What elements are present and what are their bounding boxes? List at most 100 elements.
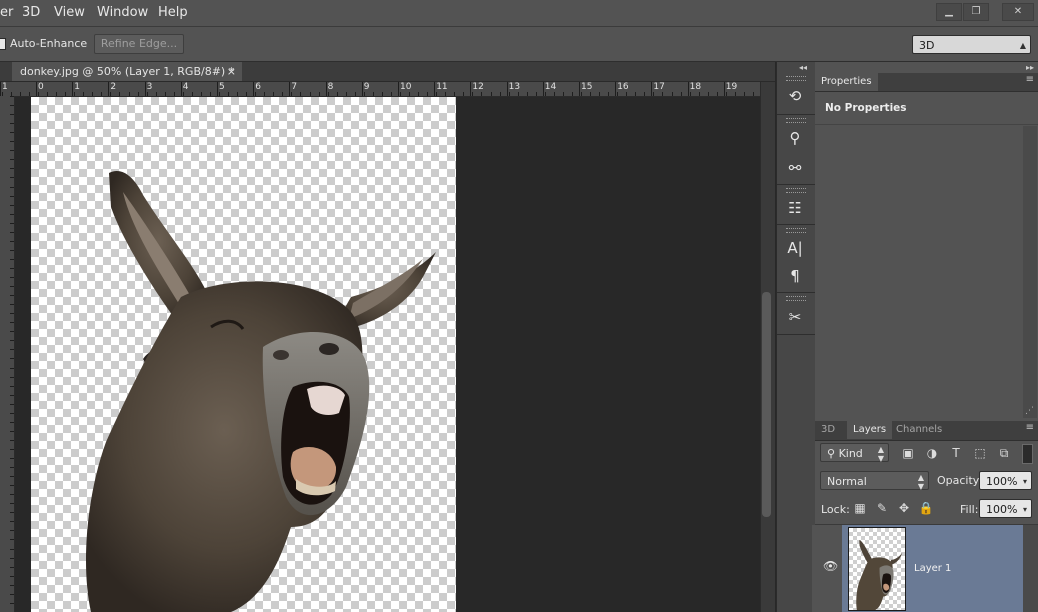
clone-source-icon[interactable]: ⚯ xyxy=(782,156,808,180)
ruler-tick xyxy=(10,249,14,251)
lock-transparent-icon[interactable]: ▦ xyxy=(850,499,870,517)
ruler-tick xyxy=(200,92,202,96)
refine-edge-button[interactable]: Refine Edge... xyxy=(94,34,184,54)
image-filter-icon[interactable]: ▣ xyxy=(898,444,918,462)
expand-arrows-icon[interactable]: ▸▸ xyxy=(1026,63,1034,72)
menu-edit[interactable]: er xyxy=(0,0,13,26)
filter-kind-select[interactable]: ⚲ Kind ▲ ▼ xyxy=(820,443,889,463)
paragraph-icon[interactable]: ¶ xyxy=(782,264,808,288)
canvas-area[interactable] xyxy=(15,97,760,612)
ruler-tick xyxy=(191,92,193,96)
ruler-tick xyxy=(10,258,14,260)
ruler-tick xyxy=(10,222,14,224)
ruler-tick xyxy=(164,92,166,96)
ruler-tick xyxy=(10,295,14,297)
ruler-tick xyxy=(146,92,148,96)
layer-thumbnail[interactable] xyxy=(848,527,906,611)
lock-all-icon[interactable]: 🔒 xyxy=(916,499,936,517)
layer-row[interactable]: 👁 Layer 1 xyxy=(812,525,1023,612)
ruler-tick xyxy=(10,213,14,215)
filter-toggle[interactable] xyxy=(1022,444,1033,464)
resize-grip-icon[interactable]: ⋰ xyxy=(1025,406,1034,416)
panel-grip[interactable] xyxy=(786,228,806,233)
properties-scrollbar[interactable] xyxy=(1023,126,1037,418)
ruler-tick xyxy=(354,92,356,96)
ruler-label: 8 xyxy=(327,82,334,92)
panel-grip[interactable] xyxy=(786,118,806,123)
minimize-icon[interactable]: ▁ xyxy=(936,3,962,21)
layer-name[interactable]: Layer 1 xyxy=(914,563,951,574)
ruler-tick xyxy=(381,92,383,96)
ruler-tick xyxy=(481,92,483,96)
ruler-major-tick xyxy=(506,82,508,96)
ruler-tick xyxy=(10,267,14,269)
ruler-major-tick xyxy=(470,82,472,96)
menu-help[interactable]: Help xyxy=(158,0,188,26)
ruler-tick xyxy=(590,92,592,96)
ruler-major-tick xyxy=(542,82,544,96)
type-filter-icon[interactable]: T xyxy=(946,444,966,462)
ruler-tick xyxy=(327,92,329,96)
menu-3d[interactable]: 3D xyxy=(22,0,40,26)
ruler-tick xyxy=(508,92,510,96)
blend-mode-select[interactable]: Normal ▲ ▼ xyxy=(820,471,929,491)
ruler-tick xyxy=(526,92,528,96)
ruler-tick xyxy=(10,385,14,387)
ruler-tick xyxy=(635,92,637,96)
panel-menu-icon[interactable]: ≡ xyxy=(1026,422,1034,433)
ruler-label: 5 xyxy=(219,82,225,92)
history-icon[interactable]: ⟲ xyxy=(782,84,808,108)
ruler-label: 3 xyxy=(146,82,153,92)
panel-grip[interactable] xyxy=(786,76,806,81)
adjustment-filter-icon[interactable]: ◑ xyxy=(922,444,942,462)
ruler-tick xyxy=(10,521,14,523)
document-canvas[interactable] xyxy=(31,97,456,612)
ruler-tick xyxy=(10,132,14,134)
lock-image-icon[interactable]: ✎ xyxy=(872,499,892,517)
lock-position-icon[interactable]: ✥ xyxy=(894,499,914,517)
close-icon[interactable]: ✕ xyxy=(1002,3,1034,21)
document-tab[interactable]: donkey.jpg @ 50% (Layer 1, RGB/8#) * × xyxy=(12,62,242,81)
panel-grip[interactable] xyxy=(786,296,806,301)
fill-field[interactable]: 100% ▾ xyxy=(979,499,1032,518)
ruler-tick xyxy=(372,92,374,96)
tab-layers[interactable]: Layers xyxy=(847,421,893,439)
ruler-tick xyxy=(517,92,519,96)
layer-comps-icon[interactable]: ☷ xyxy=(782,196,808,220)
ruler-tick xyxy=(499,92,501,96)
workspace-select[interactable]: 3D ▲▼ xyxy=(912,35,1031,69)
chevron-down-icon: ▾ xyxy=(1022,505,1027,514)
restore-icon[interactable]: ❐ xyxy=(963,3,989,21)
layers-scrollbar[interactable] xyxy=(1023,525,1038,612)
character-icon[interactable]: A| xyxy=(782,236,808,260)
tool-presets-icon[interactable]: ✂ xyxy=(782,305,808,329)
eye-icon[interactable]: 👁 xyxy=(823,559,838,573)
ruler-tick xyxy=(10,349,14,351)
ruler-tick xyxy=(309,92,311,96)
ruler-label: 18 xyxy=(689,82,702,92)
tab-close-icon[interactable]: × xyxy=(227,62,236,81)
smart-object-filter-icon[interactable]: ⧉ xyxy=(994,444,1014,462)
ruler-tick xyxy=(110,92,112,96)
ruler-tick xyxy=(454,92,456,96)
brush-presets-icon[interactable]: ⚲ xyxy=(782,126,808,150)
menu-window[interactable]: Window xyxy=(97,0,148,26)
ruler-label: 16 xyxy=(617,82,629,92)
opacity-field[interactable]: 100% ▾ xyxy=(979,471,1032,490)
scrollbar-thumb[interactable] xyxy=(762,292,771,517)
panel-grip[interactable] xyxy=(786,188,806,193)
shape-filter-icon[interactable]: ⬚ xyxy=(970,444,990,462)
ruler-label: 15 xyxy=(581,82,593,92)
ruler-tick xyxy=(300,92,302,96)
collapse-arrows-icon[interactable]: ◂◂ xyxy=(799,63,807,72)
tab-3d[interactable]: 3D xyxy=(815,421,841,439)
panel-menu-icon[interactable]: ≡ xyxy=(1026,74,1034,85)
ruler-tick xyxy=(10,277,14,278)
ruler-tick xyxy=(562,92,564,96)
ruler-major-tick xyxy=(0,82,1,96)
tab-channels[interactable]: Channels xyxy=(890,421,948,439)
ruler-label: 4 xyxy=(182,82,189,92)
auto-enhance-checkbox[interactable] xyxy=(0,38,6,50)
menu-view[interactable]: View xyxy=(54,0,85,26)
tab-properties[interactable]: Properties xyxy=(815,73,878,91)
